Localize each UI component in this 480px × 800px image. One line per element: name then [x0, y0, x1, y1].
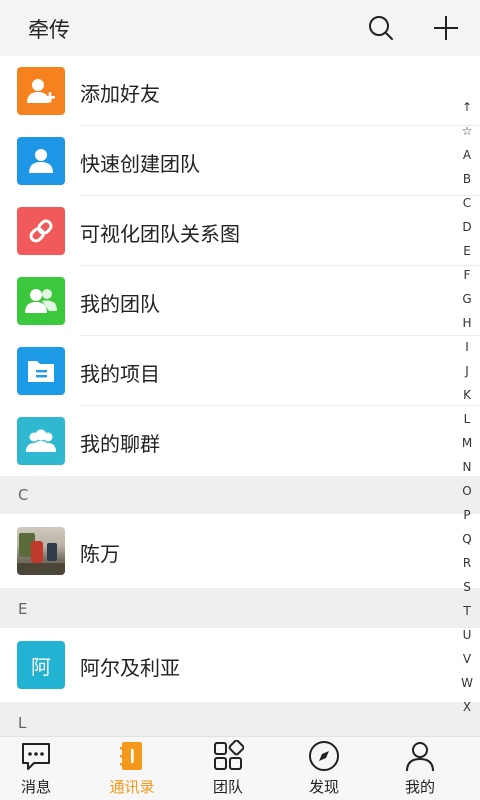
index-letter[interactable]: M [454, 436, 480, 450]
index-letter[interactable]: H [454, 316, 480, 330]
avatar [17, 527, 65, 575]
plus-icon[interactable] [432, 14, 460, 42]
avatar: 阿 [17, 641, 65, 689]
index-letter[interactable]: J [454, 364, 480, 378]
item-label: 我的聊群 [80, 432, 160, 456]
index-letter[interactable]: V [454, 652, 480, 666]
section-letter: L [18, 714, 27, 732]
section-header-e: E [0, 588, 480, 628]
index-letter[interactable]: K [454, 388, 480, 402]
index-letter[interactable]: A [454, 148, 480, 162]
grid-icon [214, 740, 244, 770]
top-bar: 牵传 [0, 0, 480, 56]
index-letter[interactable]: S [454, 580, 480, 594]
team-icon [17, 277, 65, 325]
index-letter[interactable]: U [454, 628, 480, 642]
contact-item[interactable]: 阿 阿尔及利亚 [0, 628, 480, 702]
group-chat-icon [17, 417, 65, 465]
section-letter: C [18, 486, 29, 504]
item-label: 我的团队 [80, 292, 160, 316]
index-letter[interactable]: B [454, 172, 480, 186]
index-letter[interactable]: R [454, 556, 480, 570]
my-teams-item[interactable]: 我的团队 [0, 266, 480, 336]
tab-label: 团队 [212, 778, 243, 796]
tab-label: 发现 [308, 778, 339, 796]
user-icon [17, 137, 65, 185]
tab-contacts[interactable]: 通讯录 [96, 737, 168, 800]
item-label: 我的项目 [80, 362, 160, 386]
quick-create-team-item[interactable]: 快速创建团队 [0, 126, 480, 196]
index-letter[interactable]: E [454, 244, 480, 258]
chat-bubble-icon [22, 743, 50, 770]
search-icon[interactable] [367, 14, 395, 42]
tab-teams[interactable]: 团队 [192, 737, 264, 800]
index-letter[interactable]: I [454, 340, 480, 354]
contact-name: 阿尔及利亚 [80, 656, 180, 680]
index-letter[interactable]: X [454, 700, 480, 714]
section-header-c: C [0, 476, 480, 514]
index-letter[interactable]: L [454, 412, 480, 426]
index-letter[interactable]: O [454, 484, 480, 498]
item-label: 可视化团队关系图 [80, 222, 240, 246]
index-letter[interactable]: ↑ [454, 100, 480, 114]
contact-item[interactable]: 陈万 [0, 514, 480, 588]
avatar-text: 阿 [31, 654, 51, 679]
folder-icon [17, 347, 65, 395]
index-letter[interactable]: G [454, 292, 480, 306]
index-letter[interactable]: W [454, 676, 480, 690]
bottom-tab-bar: 消息 通讯录 团队 发现 我的 [0, 736, 480, 800]
item-label: 快速创建团队 [80, 152, 200, 176]
team-graph-item[interactable]: 可视化团队关系图 [0, 196, 480, 266]
index-letter[interactable]: Q [454, 532, 480, 546]
add-friend-icon [17, 67, 65, 115]
tab-label: 通讯录 [109, 778, 155, 796]
index-letter[interactable]: ☆ [454, 124, 480, 138]
page-title: 牵传 [28, 18, 70, 42]
compass-icon [309, 741, 339, 771]
index-letter[interactable]: T [454, 604, 480, 618]
add-friend-item[interactable]: 添加好友 [0, 56, 480, 126]
tab-messages[interactable]: 消息 [0, 737, 72, 800]
contact-name: 陈万 [80, 542, 120, 566]
tab-label: 消息 [20, 778, 51, 796]
index-letter[interactable]: N [454, 460, 480, 474]
index-letter[interactable]: C [454, 196, 480, 210]
section-letter: E [18, 600, 28, 618]
person-icon [406, 742, 434, 772]
my-group-chats-item[interactable]: 我的聊群 [0, 406, 480, 476]
index-letter[interactable]: F [454, 268, 480, 282]
link-icon [17, 207, 65, 255]
tab-me[interactable]: 我的 [384, 737, 456, 800]
tab-label: 我的 [404, 778, 435, 796]
tab-discover[interactable]: 发现 [288, 737, 360, 800]
item-label: 添加好友 [80, 82, 160, 106]
my-projects-item[interactable]: 我的项目 [0, 336, 480, 406]
contacts-book-icon [120, 742, 142, 770]
index-letter[interactable]: P [454, 508, 480, 522]
index-letter[interactable]: D [454, 220, 480, 234]
